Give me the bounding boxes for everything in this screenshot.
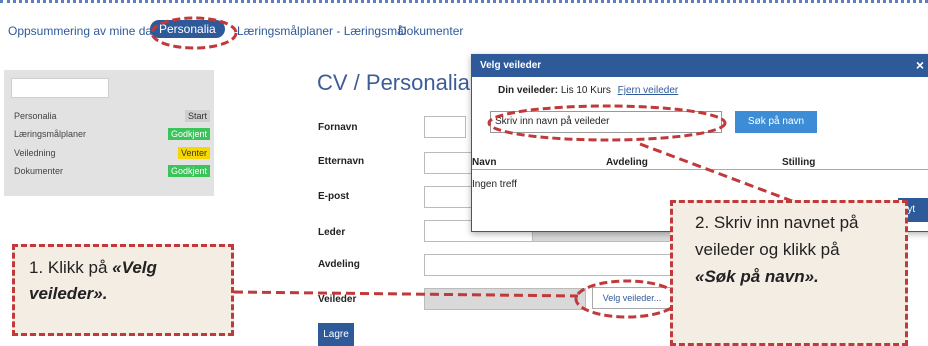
table-divider [472,169,928,170]
empty-result: Ingen treff [472,179,517,190]
column-header: Avdeling [606,157,648,168]
current-veileder: Din veileder: Lis 10 Kurs Fjern veileder [498,85,678,96]
status-badge: Start [184,110,210,122]
tab-oppsummering[interactable]: Oppsummering av mine data [8,24,162,38]
avdeling-label: Avdeling [318,259,360,270]
tab-personalia[interactable]: Personalia [150,20,225,38]
callout-1-text: 1. Klikk på [29,258,113,277]
sidebar-item-label[interactable]: Dokumenter [14,166,63,176]
status-badge: Godkjent [167,165,210,177]
veileder-field [424,288,586,310]
status-badge: Godkjent [167,128,210,140]
fornavn-field[interactable] [424,116,466,138]
veileder-label: Veileder [318,294,357,305]
etternavn-label: Etternavn [318,156,365,167]
current-veileder-value: Lis 10 Kurs [560,85,611,96]
epost-label: E-post [318,191,350,202]
sidebar-item-label[interactable]: Veiledning [14,148,56,158]
column-header: Stilling [782,157,816,168]
dialog-header: Velg veileder × [472,55,928,77]
sidebar-item-label[interactable]: Læringsmålplaner [14,129,86,139]
tab-laeringsmalplaner[interactable]: Læringsmålplaner - Læringsmål [237,24,406,38]
sidebar-name-field [11,78,109,98]
top-dotted-border [0,0,928,3]
current-veileder-label: Din veileder: [498,85,559,96]
callout-step-2: 2. Skriv inn navnet på veileder og klikk… [670,200,908,346]
page-title: CV / Personalia [317,70,470,95]
progress-sidebar: Personalia Start Læringsmålplaner Godkje… [4,70,214,196]
remove-veileder-link[interactable]: Fjern veileder [618,85,679,96]
leder-label: Leder [318,227,346,238]
status-badge: Venter [177,147,210,159]
dialog-title: Velg veileder [480,60,542,71]
search-button[interactable]: Søk på navn [735,111,817,133]
fornavn-label: Fornavn [318,122,358,133]
callout-step-1: 1. Klikk på «Velg veileder». [12,244,234,336]
callout-2-text: 2. Skriv inn navnet på veileder og klikk… [695,213,859,259]
epost-field[interactable] [424,186,476,208]
velg-veileder-button[interactable]: Velg veileder... [592,287,672,309]
save-button[interactable]: Lagre [318,323,354,346]
search-input[interactable]: Skriv inn navn på veileder [490,111,722,133]
column-header: Navn [472,157,497,168]
avdeling-field[interactable] [424,254,672,276]
etternavn-field[interactable] [424,152,476,174]
callout-2-emphasis: «Søk på navn». [695,267,819,286]
tab-dokumenter[interactable]: Dokumenter [398,24,463,38]
sidebar-item-label[interactable]: Personalia [14,111,57,121]
close-icon[interactable]: × [916,57,924,73]
